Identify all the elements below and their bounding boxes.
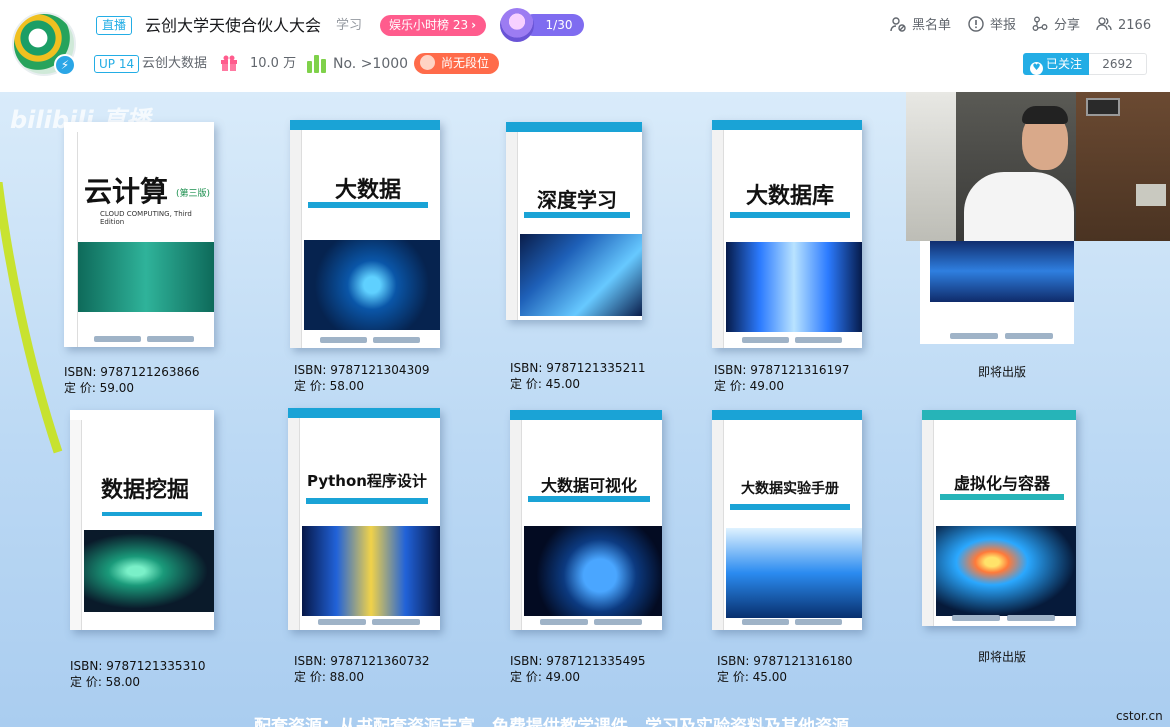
isbn: ISBN: 9787121316197 <box>714 363 850 377</box>
isbn: ISBN: 9787121304309 <box>294 363 430 377</box>
book-title: Python程序设计 <box>307 472 427 490</box>
chevron-right-icon: › <box>471 18 477 32</box>
book-info: ISBN: 9787121335211 定 价: 45.00 <box>510 360 645 392</box>
follower-count: 2692 <box>1089 53 1147 75</box>
room-category[interactable]: 学习 <box>336 17 362 35</box>
book-title: 大数据 <box>334 178 401 203</box>
room-header: ⚡ 直播 云创大学天使合伙人大会 学习 娱乐小时榜 23 › 1/30 UP 14… <box>0 0 1170 92</box>
report-button[interactable]: 举报 <box>968 16 1016 35</box>
hourly-rank-label: 娱乐小时榜 23 <box>389 18 469 32</box>
coming-soon-label: 即将出版 <box>978 365 1027 379</box>
heart-icon: ♥ <box>1029 62 1043 75</box>
isbn: ISBN: 9787121335495 <box>510 654 646 668</box>
book-cover-python: Python程序设计 <box>288 408 440 630</box>
book-cover-cloud-computing: 云计算 (第三版) CLOUD COMPUTING, Third Edition <box>64 122 214 347</box>
tier-label: 尚无段位 <box>441 56 490 70</box>
user-block-icon <box>890 17 906 32</box>
up-level-tag: UP 14 <box>94 55 140 73</box>
book-info: ISBN: 9787121304309 定 价: 58.00 <box>294 362 429 394</box>
report-label: 举报 <box>990 18 1017 33</box>
rank-bars-icon <box>307 55 326 73</box>
book-cover-visualization: 大数据可视化 <box>510 410 662 630</box>
blacklist-label: 黑名单 <box>912 18 952 33</box>
book-cover-deep-learning: 深度学习 <box>506 122 642 320</box>
anime-character-icon <box>500 8 534 42</box>
isbn: ISBN: 9787121316180 <box>717 654 853 668</box>
book-title: 大数据库 <box>745 184 834 209</box>
isbn: ISBN: 9787121360732 <box>294 654 430 668</box>
room-title: 云创大学天使合伙人大会 <box>145 16 322 35</box>
book-info: ISBN: 9787121316197 定 价: 49.00 <box>714 362 849 394</box>
price: 定 价: 45.00 <box>510 377 581 391</box>
book-cover-data-mining: 数据挖掘 <box>70 410 214 630</box>
hourly-rank-pill[interactable]: 娱乐小时榜 23 › <box>380 15 487 36</box>
book-info: ISBN: 9787121360732 定 价: 88.00 <box>294 653 429 685</box>
site-watermark: cstor.cn <box>1116 709 1163 723</box>
book-edition: (第三版) <box>176 189 211 199</box>
isbn: ISBN: 9787121335310 <box>70 659 206 673</box>
book-info: ISBN: 9787121316180 定 价: 45.00 <box>717 653 852 685</box>
resource-caption: 配套资源：从书配套资源丰富，免费提供教学课件、学习及实验资料及其他资源 <box>254 717 849 727</box>
book-info: ISBN: 9787121263866 定 价: 59.00 <box>64 364 199 396</box>
viewers-icon <box>1096 17 1112 31</box>
book-cover-big-database: 大数据库 <box>712 120 862 348</box>
share-button[interactable]: 分享 <box>1032 16 1080 35</box>
fan-badge[interactable]: 1/30 <box>500 8 588 42</box>
book-subtitle: CLOUD COMPUTING, Third Edition <box>100 210 192 226</box>
follow-button[interactable]: ♥ 已关注 <box>1023 53 1089 75</box>
isbn: ISBN: 9787121335211 <box>510 361 646 375</box>
book-cover-virtualization: 虚拟化与容器 <box>922 410 1076 626</box>
tier-pill[interactable]: 尚无段位 <box>414 53 500 74</box>
viewer-count: 2166 <box>1096 16 1151 35</box>
book-title: 大数据实验手册 <box>741 481 839 497</box>
tier-icon <box>420 55 435 70</box>
share-label: 分享 <box>1054 18 1081 33</box>
share-icon <box>1032 16 1048 31</box>
price: 定 价: 49.00 <box>510 670 581 684</box>
book-title: 虚拟化与容器 <box>953 474 1050 493</box>
price: 定 价: 58.00 <box>294 379 365 393</box>
price: 定 价: 88.00 <box>294 670 365 684</box>
book-title: 深度学习 <box>537 188 617 212</box>
warning-icon <box>968 16 984 32</box>
price: 定 价: 49.00 <box>714 379 785 393</box>
book-cover-big-data: 大数据 <box>290 120 440 348</box>
gift-icon <box>221 55 237 71</box>
lightning-icon: ⚡ <box>54 54 76 76</box>
up-name[interactable]: 云创大数据 <box>142 55 207 73</box>
book-title: 大数据可视化 <box>540 476 637 495</box>
live-tag: 直播 <box>96 16 133 35</box>
viewer-count-value: 2166 <box>1118 18 1152 33</box>
book-cover-upcoming <box>920 232 1074 344</box>
isbn: ISBN: 9787121263866 <box>64 365 200 379</box>
book-cover-lab-manual: 大数据实验手册 <box>712 410 862 630</box>
follow-label: 已关注 <box>1045 57 1082 71</box>
price: 定 价: 59.00 <box>64 381 135 395</box>
blacklist-button[interactable]: 黑名单 <box>890 16 951 35</box>
gift-value: 10.0 万 <box>250 56 297 71</box>
book-info: ISBN: 9787121335495 定 价: 49.00 <box>510 653 645 685</box>
presenter-camera-overlay <box>906 92 1170 241</box>
price: 定 价: 45.00 <box>717 670 788 684</box>
book-title: 数据挖掘 <box>100 478 189 503</box>
book-info: ISBN: 9787121335310 定 价: 58.00 <box>70 658 205 690</box>
price: 定 价: 58.00 <box>70 675 141 689</box>
coming-soon-label: 即将出版 <box>978 650 1027 664</box>
live-stream-player[interactable]: bilibili 直播 云计算 (第三版) CLOUD COMPUTING, T… <box>0 92 1170 727</box>
rank-number[interactable]: No. >1000 <box>333 55 408 73</box>
